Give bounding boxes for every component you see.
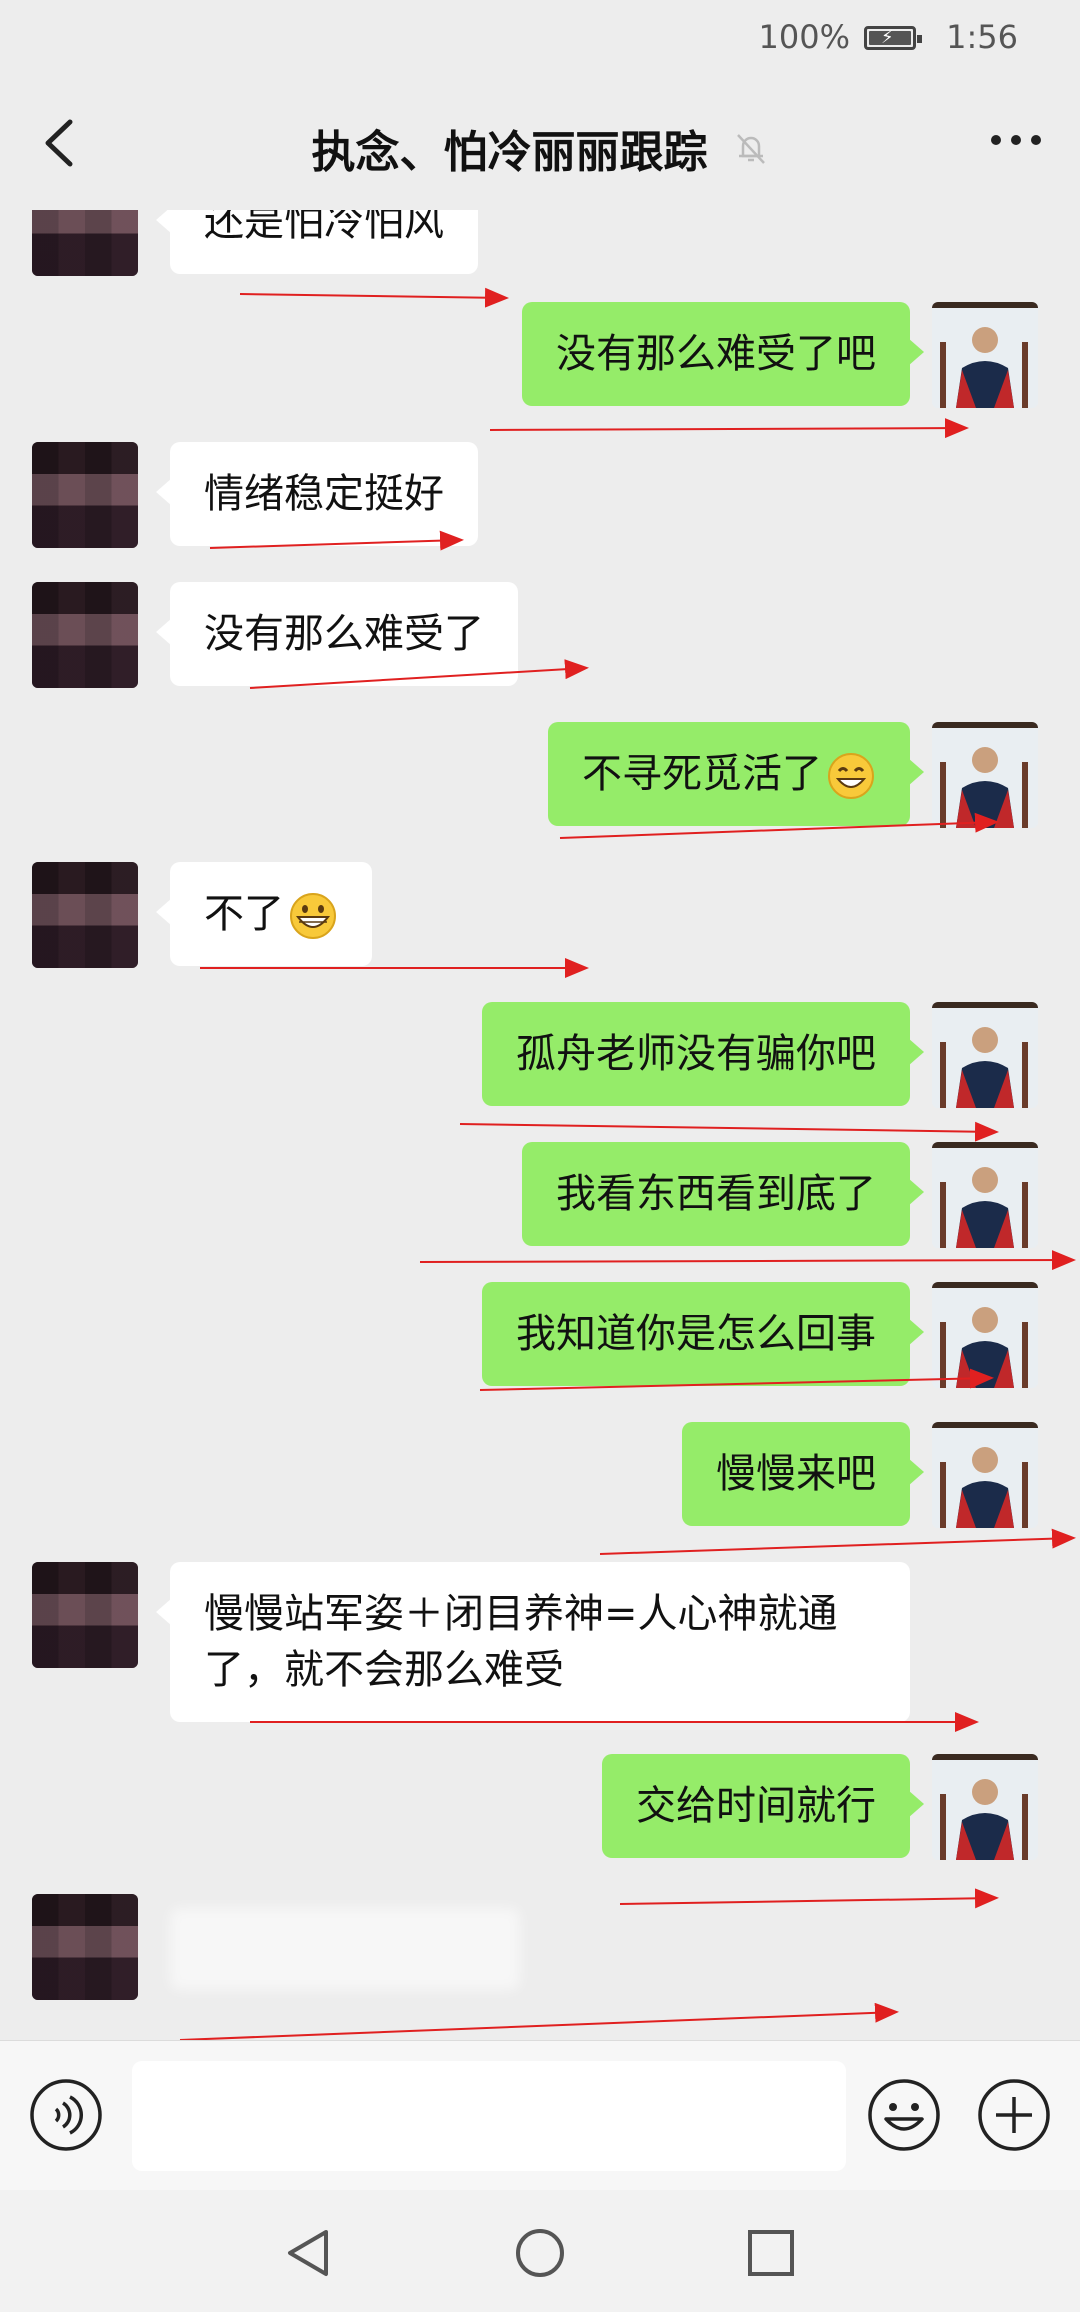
received-bubble[interactable]: 不了 <box>156 862 372 966</box>
sent-bubble[interactable]: 我看东西看到底了 <box>522 1142 924 1246</box>
nav-home-icon[interactable] <box>513 2226 567 2280</box>
my-avatar[interactable] <box>932 1282 1038 1388</box>
battery-icon: ⚡ <box>864 26 922 50</box>
avatar-photo <box>932 1282 1038 1388</box>
avatar-photo <box>932 1422 1038 1528</box>
more-dots-icon[interactable] <box>988 130 1044 150</box>
contact-avatar[interactable] <box>32 210 138 276</box>
sent-bubble[interactable]: 没有那么难受了吧 <box>522 302 924 406</box>
input-bar <box>0 2040 1080 2191</box>
received-bubble[interactable]: 还是怕冷怕风 <box>156 210 478 274</box>
received-bubble[interactable]: 情绪稳定挺好 <box>156 442 478 546</box>
blurred-bubble <box>170 1908 520 1990</box>
avatar-photo <box>932 722 1038 828</box>
grin-emoji-icon <box>290 893 336 939</box>
received-bubble[interactable]: 慢慢站军姿＋闭目养神=人心神就通了，就不会那么难受 <box>156 1562 910 1722</box>
voice-icon[interactable] <box>28 2077 104 2153</box>
sent-bubble[interactable]: 慢慢来吧 <box>682 1422 924 1526</box>
emoji-icon[interactable] <box>866 2077 942 2153</box>
avatar-photo <box>932 1002 1038 1108</box>
sent-bubble[interactable]: 我知道你是怎么回事 <box>482 1282 924 1386</box>
nav-back-icon[interactable] <box>282 2226 336 2280</box>
my-avatar[interactable] <box>932 722 1038 828</box>
avatar-photo <box>932 1754 1038 1860</box>
message-input[interactable] <box>132 2061 846 2171</box>
received-bubble[interactable]: 没有那么难受了 <box>156 582 518 686</box>
chat-title: 执念、怕冷丽丽跟踪 <box>311 127 708 178</box>
sent-bubble[interactable]: 不寻死觅活了 <box>548 722 924 826</box>
chat-title-area: 执念、怕冷丽丽跟踪 <box>0 116 1080 180</box>
message-text: 不寻死觅活了 <box>582 751 822 797</box>
sent-bubble[interactable]: 孤舟老师没有骗你吧 <box>482 1002 924 1106</box>
message-list[interactable]: 还是怕冷怕风 没有那么难受了吧 情绪稳定挺好 没有那么难受了 不寻死觅活了 不了… <box>0 210 1080 2040</box>
chat-header: 执念、怕冷丽丽跟踪 <box>0 80 1080 210</box>
my-avatar[interactable] <box>932 1002 1038 1108</box>
avatar-photo <box>932 1142 1038 1248</box>
mute-bell-icon <box>736 134 765 164</box>
avatar-photo <box>932 302 1038 408</box>
my-avatar[interactable] <box>932 1142 1038 1248</box>
contact-avatar[interactable] <box>32 442 138 548</box>
contact-avatar[interactable] <box>32 1894 138 2000</box>
system-nav-bar <box>0 2190 1080 2312</box>
battery-percent: 100% <box>758 18 850 56</box>
my-avatar[interactable] <box>932 1754 1038 1860</box>
my-avatar[interactable] <box>932 1422 1038 1528</box>
contact-avatar[interactable] <box>32 862 138 968</box>
grin-emoji-icon <box>828 753 874 799</box>
contact-avatar[interactable] <box>32 1562 138 1668</box>
plus-icon[interactable] <box>976 2077 1052 2153</box>
nav-recent-icon[interactable] <box>744 2226 798 2280</box>
contact-avatar[interactable] <box>32 582 138 688</box>
my-avatar[interactable] <box>932 302 1038 408</box>
message-text: 不了 <box>204 891 284 937</box>
status-bar: 100% ⚡ 1:56 <box>0 0 1080 80</box>
sent-bubble[interactable]: 交给时间就行 <box>602 1754 924 1858</box>
clock: 1:56 <box>946 18 1018 56</box>
